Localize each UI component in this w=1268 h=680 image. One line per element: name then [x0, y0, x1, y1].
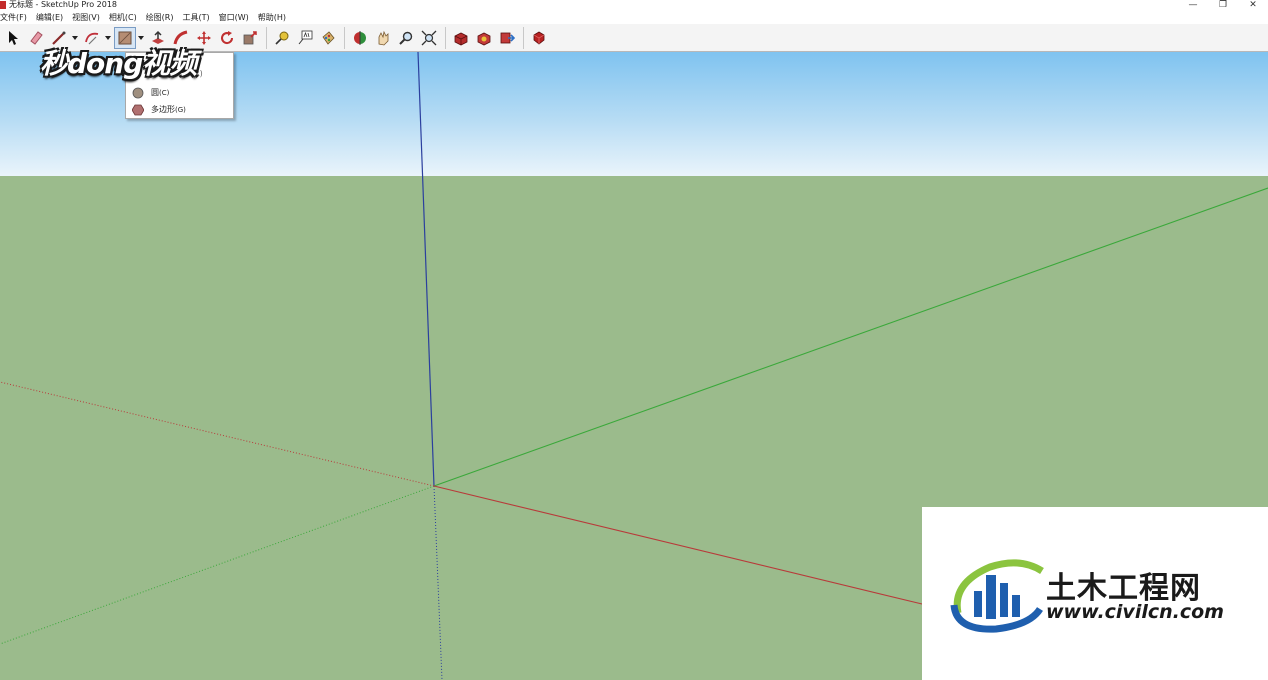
toolbar-separator: [523, 26, 524, 49]
move-tool-button[interactable]: [193, 27, 215, 49]
menu-edit[interactable]: 编辑(E): [36, 12, 67, 23]
select-icon: [9, 30, 18, 45]
warehouse-icon: [454, 32, 468, 45]
orbit-icon: [354, 30, 366, 45]
green-axis-positive: [433, 187, 1268, 487]
orbit-tool-button[interactable]: [349, 27, 371, 49]
rotate-tool-button[interactable]: [216, 27, 238, 49]
green-axis-negative: [0, 485, 435, 645]
text-icon: [298, 30, 313, 44]
zoom-icon: [399, 31, 413, 45]
menu-camera[interactable]: 相机(C): [109, 12, 141, 23]
tape-measure-icon: [275, 31, 289, 45]
building-logo-icon: [950, 559, 1044, 633]
move-icon: [197, 30, 211, 45]
share-model-button[interactable]: [496, 27, 518, 49]
red-axis-positive: [433, 485, 923, 605]
paint-bucket-icon: [322, 30, 335, 45]
blue-axis-positive: [417, 52, 435, 487]
warehouse-button[interactable]: [450, 27, 472, 49]
window-title: 无标题 - SketchUp Pro 2018: [9, 0, 117, 9]
menu-item-shortcut: (C): [159, 89, 170, 97]
menu-window[interactable]: 窗口(W): [219, 12, 253, 23]
title-bar: 无标题 - SketchUp Pro 2018 — ❐ ✕: [0, 0, 1268, 10]
rotate-icon: [221, 30, 234, 44]
chevron-down-icon: [105, 35, 111, 40]
zoom-extents-tool-button[interactable]: [418, 27, 440, 49]
scale-icon: [243, 30, 257, 44]
tape-measure-tool-button[interactable]: [271, 27, 293, 49]
zoom-extents-icon: [421, 30, 437, 45]
menu-draw[interactable]: 绘图(R): [146, 12, 178, 23]
video-watermark: 秒dong视频: [40, 42, 197, 82]
chevron-down-icon: [138, 35, 144, 40]
extension-icon: [477, 32, 491, 45]
ruby-icon: [533, 31, 545, 45]
menu-help[interactable]: 帮助(H): [258, 12, 290, 23]
share-model-icon: [500, 32, 515, 43]
site-logo: 土木工程网 www.civilcn.com: [922, 507, 1268, 680]
logo-url: www.civilcn.com: [1046, 601, 1224, 623]
watermark-text: 秒dong视频: [40, 47, 197, 80]
toolbar-separator: [445, 26, 446, 49]
select-tool-button[interactable]: [2, 27, 24, 49]
paint-bucket-tool-button[interactable]: [317, 27, 339, 49]
menu-item-label: 多边形: [151, 105, 175, 114]
blue-axis-negative: [433, 485, 443, 680]
menu-item-shortcut: (G): [175, 106, 186, 114]
pan-icon: [378, 30, 389, 45]
menu-view[interactable]: 视图(V): [72, 12, 104, 23]
menu-tools[interactable]: 工具(T): [183, 12, 214, 23]
pan-tool-button[interactable]: [372, 27, 394, 49]
chevron-down-icon: [72, 35, 78, 40]
circle-icon: [132, 87, 144, 98]
window-controls: — ❐ ✕: [1178, 0, 1268, 10]
restore-button[interactable]: ❐: [1208, 0, 1238, 10]
extension-warehouse-button[interactable]: [473, 27, 495, 49]
red-axis-negative: [0, 381, 435, 487]
close-button[interactable]: ✕: [1238, 0, 1268, 10]
sketchup-app-icon: [0, 1, 6, 9]
ruby-console-button[interactable]: [528, 27, 550, 49]
zoom-tool-button[interactable]: [395, 27, 417, 49]
toolbar-separator: [266, 26, 267, 49]
menu-item-label: 圆: [151, 88, 159, 97]
menu-bar: 文件(F) 编辑(E) 视图(V) 相机(C) 绘图(R) 工具(T) 窗口(W…: [0, 10, 1268, 24]
circle-menu-item[interactable]: 圆(C): [126, 84, 233, 101]
minimize-button[interactable]: —: [1178, 0, 1208, 10]
polygon-menu-item[interactable]: 多边形(G): [126, 101, 233, 118]
menu-file[interactable]: 文件(F): [0, 12, 31, 23]
scale-tool-button[interactable]: [239, 27, 261, 49]
polygon-icon: [132, 104, 144, 115]
toolbar-separator: [344, 26, 345, 49]
text-tool-button[interactable]: [294, 27, 316, 49]
